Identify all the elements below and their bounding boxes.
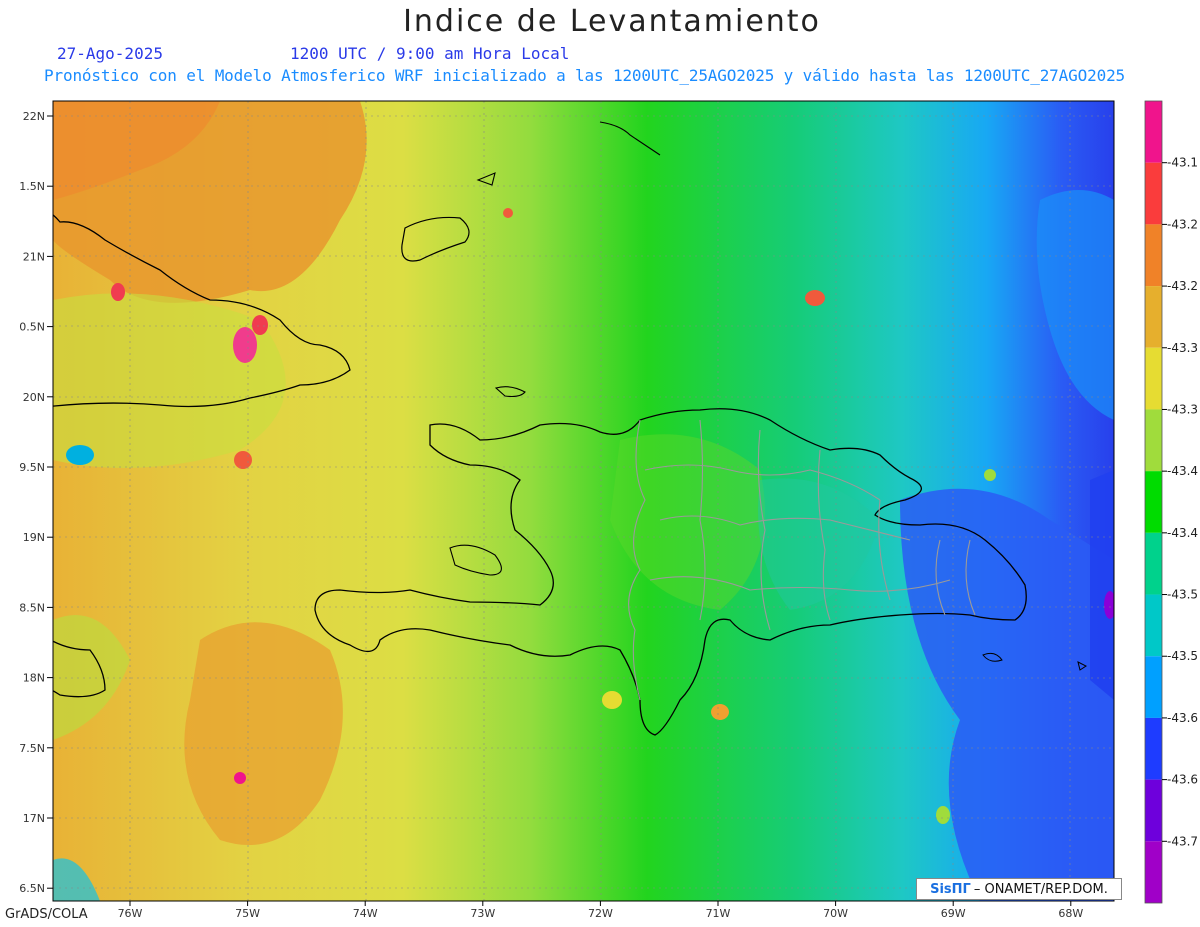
lon-label: 71W bbox=[706, 907, 731, 920]
software-credit: GrADS/COLA bbox=[5, 907, 88, 922]
colorbar-label: -43.7 bbox=[1167, 834, 1198, 848]
colorbar-swatch bbox=[1145, 841, 1162, 903]
latitude-labels: 22N 1.5N 21N 0.5N 20N 9.5N 19N 8.5N 18N 7.5N 17N 6.… bbox=[19, 110, 53, 895]
colorbar-label: -43.2 bbox=[1167, 217, 1198, 231]
colorbar-label: -43.6 bbox=[1167, 773, 1198, 787]
colorbar-swatch bbox=[1145, 286, 1162, 348]
lat-label: 19N bbox=[23, 531, 45, 544]
colorbar-swatch bbox=[1145, 471, 1162, 533]
lat-label: 9.5N bbox=[19, 461, 45, 474]
lat-label: 8.5N bbox=[19, 601, 45, 614]
colorbar: -43.1 -43.2 -43.2 -43.3 -43.3 -43.4 -43.4 -43.5… bbox=[1144, 100, 1198, 904]
colorbar-swatch bbox=[1145, 224, 1162, 287]
colorbar-swatch bbox=[1145, 101, 1162, 163]
lat-label: 6.5N bbox=[19, 882, 45, 895]
lon-label: 74W bbox=[353, 907, 378, 920]
lon-label: 68W bbox=[1058, 907, 1083, 920]
colorbar-label: -43.4 bbox=[1167, 464, 1198, 478]
colorbar-label: -43.5 bbox=[1167, 588, 1198, 602]
colorbar-swatch bbox=[1145, 162, 1162, 225]
shaded-field bbox=[53, 101, 1114, 901]
lat-label: 0.5N bbox=[19, 321, 45, 334]
lon-label: 70W bbox=[823, 907, 848, 920]
lon-label: 72W bbox=[588, 907, 613, 920]
lat-label: 1.5N bbox=[19, 180, 45, 193]
colorbar-label: -43.3 bbox=[1167, 341, 1198, 355]
colorbar-swatch bbox=[1145, 532, 1162, 595]
lon-label: 76W bbox=[118, 907, 143, 920]
colorbar-swatch bbox=[1145, 347, 1162, 410]
sispi-logo: SisПΓ bbox=[930, 881, 971, 897]
colorbar-label: -43.4 bbox=[1167, 526, 1198, 540]
lat-label: 20N bbox=[23, 391, 45, 404]
lon-label: 73W bbox=[470, 907, 495, 920]
lat-label: 17N bbox=[23, 812, 45, 825]
colorbar-label: -43.2 bbox=[1167, 279, 1198, 293]
colorbar-swatch bbox=[1145, 779, 1162, 842]
lat-label: 7.5N bbox=[19, 742, 45, 755]
credit-box: SisПΓ – ONAMET/REP.DOM. bbox=[916, 878, 1122, 900]
lat-label: 21N bbox=[23, 250, 45, 263]
colorbar-label: -43.3 bbox=[1167, 402, 1198, 416]
colorbar-label: -43.6 bbox=[1167, 711, 1198, 725]
colorbar-swatch bbox=[1145, 717, 1162, 780]
colorbar-label: -43.1 bbox=[1167, 156, 1198, 170]
map-figure: 22N 1.5N 21N 0.5N 20N 9.5N 19N 8.5N 18N 7.5N 17N 6.… bbox=[19, 100, 1198, 920]
lat-label: 18N bbox=[23, 672, 45, 685]
colorbar-swatch bbox=[1145, 409, 1162, 472]
colorbar-swatch bbox=[1145, 656, 1162, 718]
credit-text: – ONAMET/REP.DOM. bbox=[973, 881, 1108, 897]
colorbar-swatch bbox=[1145, 594, 1162, 657]
lon-label: 75W bbox=[235, 907, 260, 920]
colorbar-label: -43.5 bbox=[1167, 649, 1198, 663]
longitude-labels: 76W 75W 74W 73W 72W 71W 70W 69W 68W bbox=[118, 901, 1083, 920]
lat-label: 22N bbox=[23, 110, 45, 123]
lon-label: 69W bbox=[941, 907, 966, 920]
